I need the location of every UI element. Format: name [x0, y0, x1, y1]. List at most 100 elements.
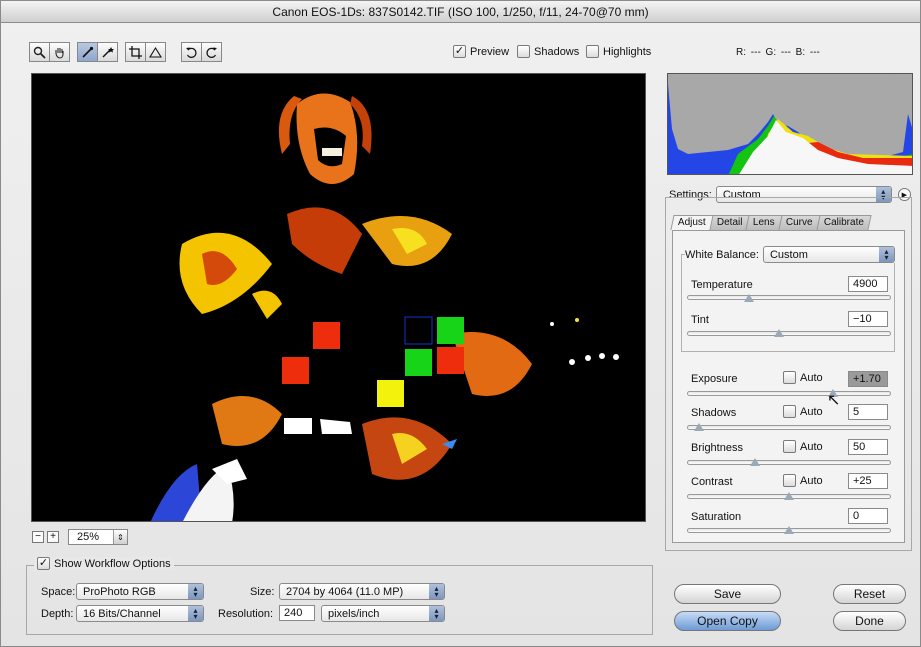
rotate-right-icon[interactable] — [201, 42, 222, 62]
contrast-auto-checkbox[interactable] — [783, 474, 796, 487]
resolution-unit-select[interactable]: pixels/inch ▴ ▾ — [321, 605, 445, 622]
tab-detail[interactable]: Detail — [709, 215, 750, 230]
shadows-clipping-checkbox[interactable] — [517, 45, 530, 58]
tab-adjust[interactable]: Adjust — [670, 215, 714, 230]
shadows-slider-thumb[interactable] — [694, 423, 704, 431]
resolution-label: Resolution: — [218, 608, 274, 620]
size-select[interactable]: 2704 by 4064 (11.0 MP) ▴ ▾ — [279, 583, 445, 600]
rgb-readout: R: --- G: --- B: --- — [736, 47, 820, 58]
contrast-field[interactable]: +25 — [848, 473, 888, 489]
size-value: 2704 by 4064 (11.0 MP) — [286, 585, 404, 598]
resolution-unit-value: pixels/inch — [328, 607, 380, 620]
shadows-clipping-label: Shadows — [534, 45, 580, 58]
tint-label: Tint — [691, 314, 709, 326]
shadows-auto[interactable]: Auto — [783, 405, 823, 418]
tab-curve[interactable]: Curve — [778, 215, 821, 230]
contrast-auto[interactable]: Auto — [783, 474, 823, 487]
window-title: Canon EOS-1Ds: 837S0142.TIF (ISO 100, 1/… — [1, 1, 920, 23]
preview-label: Preview — [470, 45, 510, 58]
open-copy-button[interactable]: Open Copy — [674, 611, 781, 631]
chevron-updown-icon: ▴ ▾ — [188, 584, 203, 599]
white-balance-group — [681, 254, 895, 352]
space-select[interactable]: ProPhoto RGB ▴ ▾ — [76, 583, 204, 600]
brightness-auto[interactable]: Auto — [783, 440, 823, 453]
depth-label: Depth: — [41, 608, 74, 620]
white-balance-label: White Balance: — [685, 248, 759, 261]
histogram — [667, 73, 913, 175]
space-value: ProPhoto RGB — [83, 585, 156, 598]
zoom-icon[interactable] — [29, 42, 50, 62]
chevron-updown-icon: ▴ ▾ — [429, 606, 444, 621]
hand-icon[interactable] — [49, 42, 70, 62]
white-balance-select[interactable]: Custom ▴ ▾ — [762, 246, 895, 263]
done-button[interactable]: Done — [833, 611, 906, 631]
contrast-slider-thumb[interactable] — [784, 492, 794, 500]
histogram-graph — [668, 84, 912, 174]
brightness-field[interactable]: 50 — [848, 439, 888, 455]
zoom-in-button[interactable]: + — [47, 531, 59, 543]
white-balance-eyedropper-icon[interactable] — [77, 42, 98, 62]
image-preview[interactable] — [31, 73, 646, 522]
white-balance-value: Custom — [769, 248, 808, 261]
brightness-slider-thumb[interactable] — [750, 458, 760, 466]
crop-icon[interactable] — [125, 42, 146, 62]
shadows-auto-label: Auto — [800, 405, 823, 418]
tab-calibrate[interactable]: Calibrate — [816, 215, 872, 230]
zoom-controls: − + 25% ⇕ — [32, 529, 128, 545]
brightness-auto-label: Auto — [800, 440, 823, 453]
zoom-level-value: 25% — [77, 531, 100, 543]
shadows-clipping-checkbox-row[interactable]: Shadows — [517, 45, 579, 58]
highlights-clipping-checkbox[interactable] — [586, 45, 599, 58]
highlights-clipping-checkbox-row[interactable]: Highlights — [586, 45, 651, 58]
preview-checkbox[interactable]: ✓ — [453, 45, 466, 58]
brightness-label: Brightness — [691, 442, 743, 454]
reset-button[interactable]: Reset — [833, 584, 906, 604]
saturation-slider-thumb[interactable] — [784, 526, 794, 534]
zoom-level-select[interactable]: 25% ⇕ — [68, 529, 128, 545]
resolution-field[interactable]: 240 — [279, 605, 315, 621]
straighten-icon[interactable] — [145, 42, 166, 62]
temperature-slider-thumb[interactable] — [744, 294, 754, 302]
save-button[interactable]: Save — [674, 584, 781, 604]
exposure-slider[interactable] — [687, 391, 891, 396]
brightness-slider[interactable] — [687, 460, 891, 465]
temperature-slider[interactable] — [687, 295, 891, 300]
show-workflow-options[interactable]: ✓ Show Workflow Options — [34, 557, 174, 570]
saturation-field[interactable]: 0 — [848, 508, 888, 524]
shadows-auto-checkbox[interactable] — [783, 405, 796, 418]
contrast-auto-label: Auto — [800, 474, 823, 487]
color-sampler-icon[interactable] — [97, 42, 118, 62]
brightness-auto-checkbox[interactable] — [783, 440, 796, 453]
highlights-clipping-label: Highlights — [603, 45, 652, 58]
tint-slider[interactable] — [687, 331, 891, 336]
depth-select[interactable]: 16 Bits/Channel ▴ ▾ — [76, 605, 204, 622]
sampler-tools — [77, 42, 118, 62]
exposure-label: Exposure — [691, 373, 738, 385]
show-workflow-options-checkbox[interactable]: ✓ — [37, 557, 50, 570]
navigation-tools — [29, 42, 70, 62]
workflow-options-group — [26, 565, 653, 635]
contrast-label: Contrast — [691, 476, 733, 488]
rotate-left-icon[interactable] — [181, 42, 202, 62]
size-label: Size: — [250, 586, 275, 598]
temperature-field[interactable]: 4900 — [848, 276, 888, 292]
tab-lens[interactable]: Lens — [745, 215, 783, 230]
camera-raw-window: Canon EOS-1Ds: 837S0142.TIF (ISO 100, 1/… — [0, 0, 921, 647]
mouse-cursor-icon: ↖ — [827, 392, 841, 409]
shadows-slider[interactable] — [687, 425, 891, 430]
crop-tools — [125, 42, 166, 62]
tint-slider-thumb[interactable] — [774, 329, 784, 337]
white-balance-row: White Balance: Custom ▴ ▾ — [685, 246, 898, 263]
zoom-out-button[interactable]: − — [32, 531, 44, 543]
preview-image — [150, 93, 619, 521]
exposure-field[interactable]: +1.70 — [848, 371, 888, 387]
saturation-label: Saturation — [691, 511, 742, 523]
exposure-auto[interactable]: Auto — [783, 371, 823, 384]
preview-checkbox-row[interactable]: ✓ Preview — [453, 45, 509, 58]
exposure-auto-checkbox[interactable] — [783, 371, 796, 384]
tint-field[interactable]: −10 — [848, 311, 888, 327]
chevron-updown-icon: ⇕ — [113, 530, 127, 544]
shadows-field[interactable]: 5 — [848, 404, 888, 420]
show-workflow-options-label: Show Workflow Options — [54, 557, 171, 570]
shadows-label: Shadows — [691, 407, 737, 419]
